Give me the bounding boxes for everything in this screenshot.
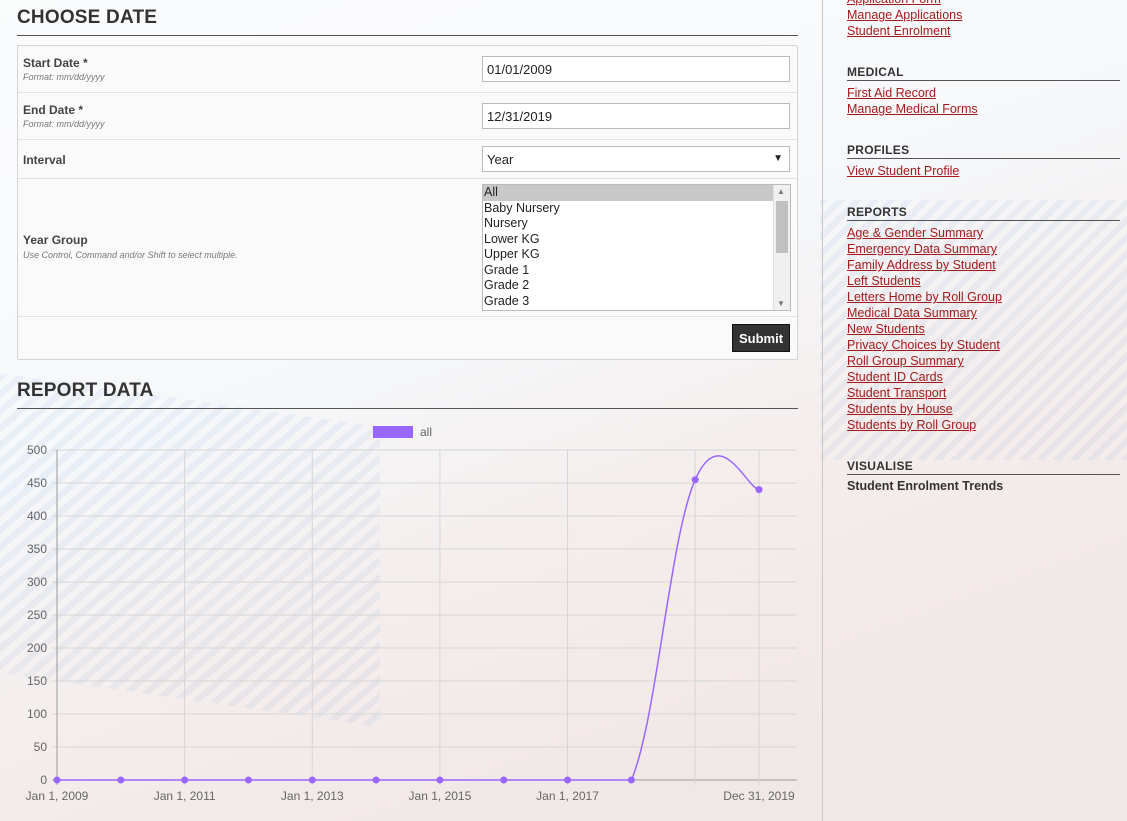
year-group-option[interactable]: All — [483, 185, 775, 201]
sidebar-item-letters-home-by-roll-group[interactable]: Letters Home by Roll Group — [847, 289, 1120, 305]
y-tick-label: 200 — [27, 641, 47, 655]
column-divider — [822, 0, 823, 821]
year-group-row: Year Group Use Control, Command and/or S… — [18, 179, 797, 317]
sidebar-top-links: Application FormManage ApplicationsStude… — [847, 0, 1120, 39]
data-point — [755, 486, 763, 494]
listbox-scrollbar[interactable]: ▲ ▼ — [773, 185, 790, 310]
y-tick-label: 250 — [27, 608, 47, 622]
x-tick-label: Jan 1, 2009 — [26, 789, 89, 803]
sidebar-item-new-students[interactable]: New Students — [847, 321, 1120, 337]
x-tick-label: Jan 1, 2017 — [536, 789, 599, 803]
x-tick-label: Jan 1, 2013 — [281, 789, 344, 803]
sidebar-heading-profiles: PROFILES — [847, 143, 1120, 159]
data-point — [691, 476, 699, 484]
sidebar-item-roll-group-summary[interactable]: Roll Group Summary — [847, 353, 1120, 369]
y-tick-label: 350 — [27, 542, 47, 556]
data-point — [564, 776, 572, 784]
y-tick-label: 150 — [27, 674, 47, 688]
sidebar-item-privacy-choices-by-student[interactable]: Privacy Choices by Student — [847, 337, 1120, 353]
x-tick-label: Dec 31, 2019 — [723, 789, 795, 803]
year-group-option[interactable]: Lower KG — [483, 232, 775, 248]
end-date-label: End Date * — [23, 103, 84, 117]
start-date-hint: Format: mm/dd/yyyy — [23, 72, 105, 82]
sidebar-item-student-enrolment[interactable]: Student Enrolment — [847, 23, 1120, 39]
sidebar-item-student-id-cards[interactable]: Student ID Cards — [847, 369, 1120, 385]
x-tick-label: Jan 1, 2015 — [409, 789, 472, 803]
legend-label-all: all — [420, 425, 432, 439]
sidebar-heading-reports: REPORTS — [847, 205, 1120, 221]
sidebar-item-first-aid-record[interactable]: First Aid Record — [847, 85, 1120, 101]
start-date-input[interactable]: 01/01/2009 — [482, 56, 790, 82]
year-group-label: Year Group — [23, 233, 88, 247]
sidebar-item-students-by-roll-group[interactable]: Students by Roll Group — [847, 417, 1120, 433]
sidebar-item-student-enrolment-trends[interactable]: Student Enrolment Trends — [847, 478, 1120, 494]
data-point — [117, 776, 125, 784]
year-group-option[interactable]: Grade 3 — [483, 294, 775, 310]
data-point — [53, 776, 61, 784]
y-tick-label: 0 — [40, 773, 47, 787]
enrolment-trend-chart: 0 50 100 150 200 250 300 350 400 450 500 Jan 1, 200… — [26, 425, 797, 803]
sidebar-item-left-students[interactable]: Left Students — [847, 273, 1120, 289]
sidebar-heading-visualise: VISUALISE — [847, 459, 1120, 475]
legend-swatch-all — [373, 426, 413, 438]
sidebar-medical: MEDICAL First Aid Record Manage Medical F… — [847, 65, 1120, 117]
scrollbar-thumb[interactable] — [776, 201, 788, 253]
start-date-row: Start Date * Format: mm/dd/yyyy 01/01/20… — [18, 46, 797, 93]
year-group-option[interactable]: Grade 2 — [483, 278, 775, 294]
sidebar-item-student-transport[interactable]: Student Transport — [847, 385, 1120, 401]
sidebar-item-medical-data-summary[interactable]: Medical Data Summary — [847, 305, 1120, 321]
year-group-option[interactable]: Upper KG — [483, 247, 775, 263]
end-date-hint: Format: mm/dd/yyyy — [23, 119, 105, 129]
interval-label: Interval — [23, 153, 66, 167]
data-point — [500, 776, 508, 784]
data-point — [627, 776, 635, 784]
data-point — [308, 776, 316, 784]
chevron-down-icon: ▼ — [773, 153, 783, 164]
sidebar-item-emergency-data-summary[interactable]: Emergency Data Summary — [847, 241, 1120, 257]
year-group-option[interactable]: Grade 1 — [483, 263, 775, 279]
interval-row: Interval Year ▼ — [18, 140, 797, 179]
sidebar-reports: REPORTS Age & Gender Summary Emergency Da… — [847, 205, 1120, 433]
sidebar-item-students-by-house[interactable]: Students by House — [847, 401, 1120, 417]
choose-date-heading: CHOOSE DATE — [17, 7, 798, 36]
sidebar-item-manage-medical-forms[interactable]: Manage Medical Forms — [847, 101, 1120, 117]
interval-select[interactable]: Year ▼ — [482, 146, 790, 172]
data-point — [181, 776, 189, 784]
y-tick-label: 300 — [27, 575, 47, 589]
y-tick-label: 400 — [27, 509, 47, 523]
start-date-label: Start Date * — [23, 56, 88, 70]
sidebar-item-age-and-gender-summary[interactable]: Age & Gender Summary — [847, 225, 1120, 241]
data-point — [372, 776, 380, 784]
interval-select-value: Year — [487, 152, 514, 167]
sidebar-item-view-student-profile[interactable]: View Student Profile — [847, 163, 1120, 179]
sidebar-heading-medical: MEDICAL — [847, 65, 1120, 81]
data-point — [244, 776, 252, 784]
sidebar-profiles: PROFILES View Student Profile — [847, 143, 1120, 179]
sidebar-visualise: VISUALISE Student Enrolment Trends — [847, 459, 1120, 494]
x-tick-label: Jan 1, 2011 — [154, 789, 216, 803]
data-point — [436, 776, 444, 784]
y-tick-label: 500 — [27, 443, 47, 457]
submit-button[interactable]: Submit — [732, 324, 790, 352]
end-date-input[interactable]: 12/31/2019 — [482, 103, 790, 129]
y-tick-label: 50 — [34, 740, 48, 754]
year-group-hint: Use Control, Command and/or Shift to sel… — [23, 250, 238, 260]
choose-date-form: Start Date * Format: mm/dd/yyyy 01/01/20… — [17, 45, 798, 360]
sidebar-item-application-form[interactable]: Application Form — [847, 0, 1120, 7]
sidebar-item-family-address-by-student[interactable]: Family Address by Student — [847, 257, 1120, 273]
end-date-row: End Date * Format: mm/dd/yyyy 12/31/2019 — [18, 93, 797, 140]
scroll-up-icon[interactable]: ▲ — [777, 187, 785, 196]
scroll-down-icon[interactable]: ▼ — [777, 299, 785, 308]
report-data-heading: REPORT DATA — [17, 380, 798, 409]
y-tick-label: 450 — [27, 476, 47, 490]
year-group-option[interactable]: Nursery — [483, 216, 775, 232]
year-group-option[interactable]: Baby Nursery — [483, 201, 775, 217]
y-tick-label: 100 — [27, 707, 47, 721]
series-line-all — [57, 455, 760, 781]
sidebar-item-manage-applications[interactable]: Manage Applications — [847, 7, 1120, 23]
year-group-listbox[interactable]: All Baby Nursery Nursery Lower KG Upper KG Gr… — [482, 184, 791, 311]
